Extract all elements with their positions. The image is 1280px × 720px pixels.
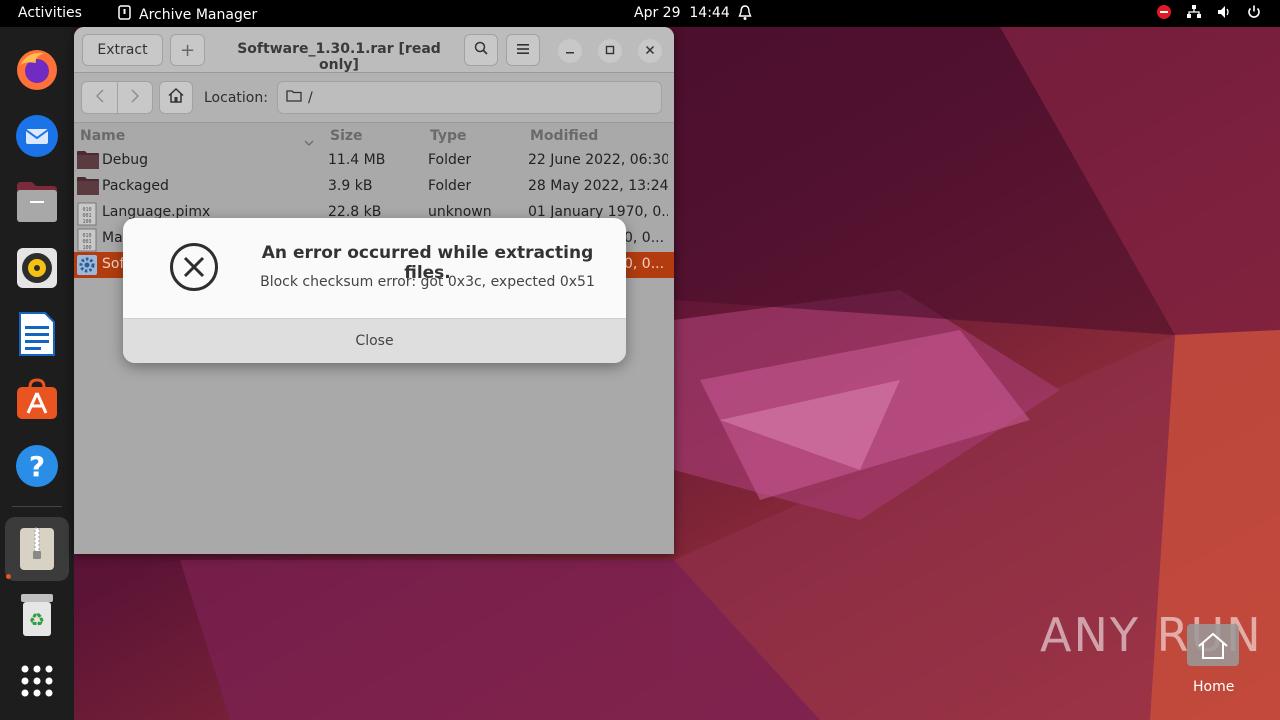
binary-file-icon: 010 001 100: [76, 202, 100, 226]
svg-text:♻: ♻: [29, 610, 45, 631]
folder-icon: [76, 150, 100, 172]
executable-gear-icon: [76, 254, 100, 276]
trash-icon[interactable]: ♻: [12, 590, 62, 640]
archive-manager-icon[interactable]: [5, 517, 69, 581]
location-bar: Location: /: [74, 73, 674, 123]
close-window-button[interactable]: [638, 39, 662, 63]
close-icon: [645, 44, 655, 58]
file-type: Folder: [428, 152, 472, 168]
system-tray[interactable]: [1156, 4, 1262, 24]
table-row[interactable]: Debug 11.4 MB Folder 22 June 2022, 06:30: [74, 148, 674, 174]
clock[interactable]: Apr 29 14:44: [634, 5, 730, 21]
column-header-modified[interactable]: Modified: [530, 128, 598, 144]
rhythmbox-icon[interactable]: [12, 243, 62, 293]
column-header-name[interactable]: Name: [80, 128, 125, 144]
error-circle-x-icon: [169, 242, 219, 292]
top-bar: Activities Archive Manager Apr 29 14:44: [0, 0, 1280, 27]
clock-date: Apr 29: [634, 5, 681, 21]
table-row[interactable]: Packaged 3.9 kB Folder 28 May 2022, 13:2…: [74, 174, 674, 200]
location-label: Location:: [204, 90, 268, 106]
clock-time: 14:44: [689, 5, 730, 21]
file-modified: 28 May 2022, 13:24: [528, 178, 668, 194]
extract-button[interactable]: Extract: [82, 34, 163, 66]
minimize-icon: [565, 44, 575, 58]
home-folder-label: Home: [1193, 679, 1235, 695]
dialog-message: Block checksum error: got 0x3c, expected…: [260, 274, 595, 290]
minimize-button[interactable]: [558, 39, 582, 63]
file-name: Ma: [102, 230, 123, 246]
network-icon[interactable]: [1186, 4, 1202, 24]
dialog-close-button[interactable]: Close: [123, 318, 626, 363]
maximize-icon: [605, 44, 615, 58]
home-folder-icon[interactable]: [1185, 618, 1241, 668]
add-files-button[interactable]: +: [170, 34, 205, 66]
file-modified: 22 June 2022, 06:30: [528, 152, 668, 168]
folder-icon: [286, 89, 302, 106]
error-dialog: An error occurred while extracting files…: [123, 218, 626, 363]
location-field[interactable]: /: [277, 81, 662, 114]
file-modified: 0, 0...: [624, 256, 665, 272]
chevron-right-icon: [131, 89, 139, 107]
show-applications-icon[interactable]: [12, 656, 62, 706]
search-icon: [474, 41, 488, 59]
dock-separator: [12, 506, 62, 507]
home-button[interactable]: [159, 81, 193, 114]
do-not-disturb-icon[interactable]: [1156, 4, 1172, 24]
help-icon[interactable]: ?: [12, 441, 62, 491]
file-size: 11.4 MB: [328, 152, 386, 168]
binary-file-icon: 010 001 100: [76, 228, 100, 252]
thunderbird-icon[interactable]: [12, 111, 62, 161]
running-indicator: [6, 574, 11, 579]
file-name: Packaged: [102, 178, 169, 194]
window-title: Software_1.30.1.rar [read only]: [237, 41, 441, 73]
notification-bell-icon[interactable]: [738, 5, 752, 25]
location-value: /: [308, 89, 313, 106]
power-icon[interactable]: [1246, 4, 1262, 24]
chevron-left-icon: [95, 89, 104, 107]
file-name: Debug: [102, 152, 149, 168]
svg-text:?: ?: [29, 450, 45, 483]
file-size: 3.9 kB: [328, 178, 373, 194]
app-menu[interactable]: Archive Manager: [118, 5, 257, 24]
search-button[interactable]: [464, 34, 498, 66]
hamburger-menu-icon: [517, 42, 529, 58]
file-type: Folder: [428, 178, 472, 194]
libreoffice-writer-icon[interactable]: [12, 309, 62, 359]
files-icon[interactable]: [12, 177, 62, 227]
folder-icon: [76, 176, 100, 198]
svg-text:100: 100: [82, 219, 91, 225]
dock: ? ♻: [0, 27, 74, 720]
header-bar: Extract + Software_1.30.1.rar [read only…: [74, 27, 674, 73]
app-menu-label: Archive Manager: [139, 6, 258, 23]
volume-icon[interactable]: [1216, 4, 1232, 24]
archive-manager-small-icon: [118, 5, 131, 24]
main-menu-button[interactable]: [506, 34, 540, 66]
maximize-button[interactable]: [598, 39, 622, 63]
file-name: Sof: [102, 256, 125, 272]
back-button[interactable]: [81, 81, 118, 114]
svg-text:100: 100: [82, 245, 91, 251]
column-header-type[interactable]: Type: [430, 128, 467, 144]
column-header-size[interactable]: Size: [330, 128, 363, 144]
activities-button[interactable]: Activities: [18, 5, 82, 21]
firefox-icon[interactable]: [12, 45, 62, 95]
ubuntu-software-icon[interactable]: [12, 375, 62, 425]
forward-button[interactable]: [117, 81, 153, 114]
home-icon: [168, 87, 184, 107]
file-modified: 0, 0...: [624, 230, 665, 246]
